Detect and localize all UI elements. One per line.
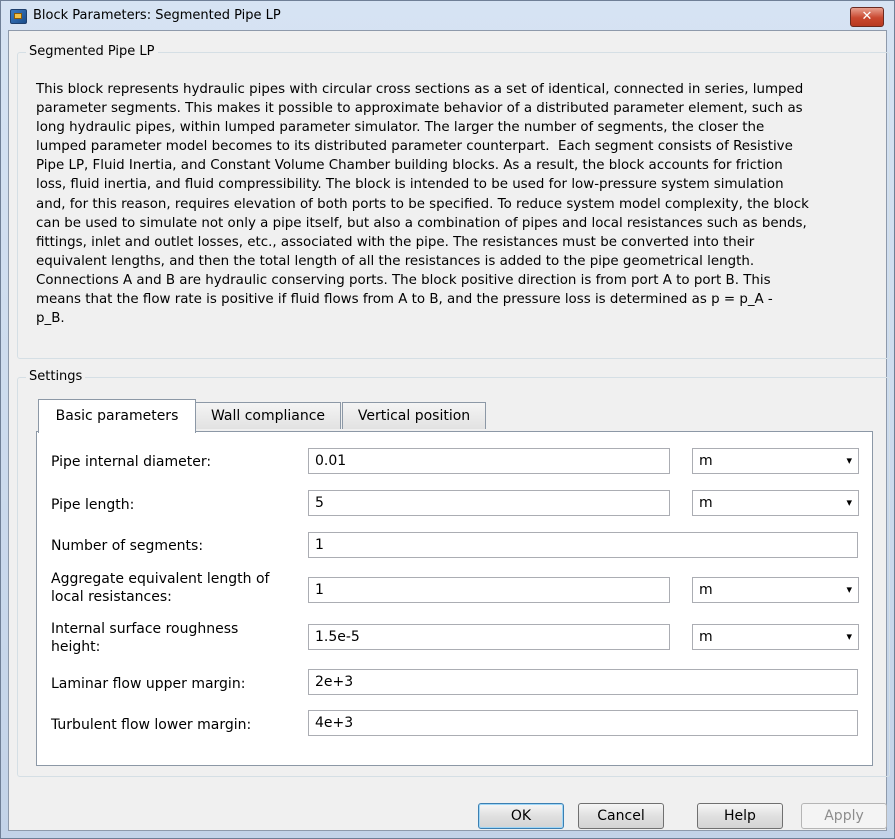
apply-button[interactable]: Apply — [801, 803, 887, 829]
pipe-length-field[interactable]: 5 — [308, 490, 670, 516]
tab-basic-parameters[interactable]: Basic parameters — [38, 399, 196, 433]
close-button[interactable]: ✕ — [850, 7, 884, 27]
param-label-aggregate-length: Aggregate equivalent length of local res… — [51, 571, 270, 605]
surface-roughness-unit-select[interactable]: m ▾ — [692, 624, 859, 650]
aggregate-length-unit-value: m — [699, 582, 713, 598]
help-button[interactable]: Help — [697, 803, 783, 829]
chevron-down-icon: ▾ — [846, 583, 852, 596]
pipe-diameter-unit-value: m — [699, 453, 713, 469]
pipe-diameter-field[interactable]: 0.01 — [308, 448, 670, 474]
block-parameters-icon — [10, 9, 27, 24]
tab-wall-compliance[interactable]: Wall compliance — [195, 402, 341, 429]
pipe-length-unit-value: m — [699, 495, 713, 511]
param-label-pipe-length: Pipe length: — [51, 497, 135, 513]
chevron-down-icon: ▾ — [846, 630, 852, 643]
param-label-turbulent-margin: Turbulent flow lower margin: — [51, 717, 252, 733]
settings-group-title: Settings — [26, 369, 86, 384]
block-description: This block represents hydraulic pipes wi… — [36, 82, 809, 327]
surface-roughness-field[interactable]: 1.5e-5 — [308, 624, 670, 650]
pipe-length-unit-select[interactable]: m ▾ — [692, 490, 859, 516]
cancel-button[interactable]: Cancel — [578, 803, 664, 829]
title-bar: Block Parameters: Segmented Pipe LP ✕ — [1, 1, 894, 31]
pipe-diameter-unit-select[interactable]: m ▾ — [692, 448, 859, 474]
surface-roughness-unit-value: m — [699, 629, 713, 645]
tab-vertical-position[interactable]: Vertical position — [342, 402, 486, 429]
chevron-down-icon: ▾ — [846, 454, 852, 467]
param-label-pipe-diameter: Pipe internal diameter: — [51, 454, 212, 470]
aggregate-length-field[interactable]: 1 — [308, 577, 670, 603]
number-of-segments-field[interactable]: 1 — [308, 532, 858, 558]
param-label-number-of-segments: Number of segments: — [51, 538, 204, 554]
ok-button[interactable]: OK — [478, 803, 564, 829]
laminar-margin-field[interactable]: 2e+3 — [308, 669, 858, 695]
param-label-laminar-margin: Laminar flow upper margin: — [51, 676, 246, 692]
aggregate-length-unit-select[interactable]: m ▾ — [692, 577, 859, 603]
param-label-surface-roughness: Internal surface roughness height: — [51, 621, 239, 655]
chevron-down-icon: ▾ — [846, 496, 852, 509]
description-group-title: Segmented Pipe LP — [26, 44, 158, 59]
window-title: Block Parameters: Segmented Pipe LP — [33, 8, 281, 23]
turbulent-margin-field[interactable]: 4e+3 — [308, 710, 858, 736]
